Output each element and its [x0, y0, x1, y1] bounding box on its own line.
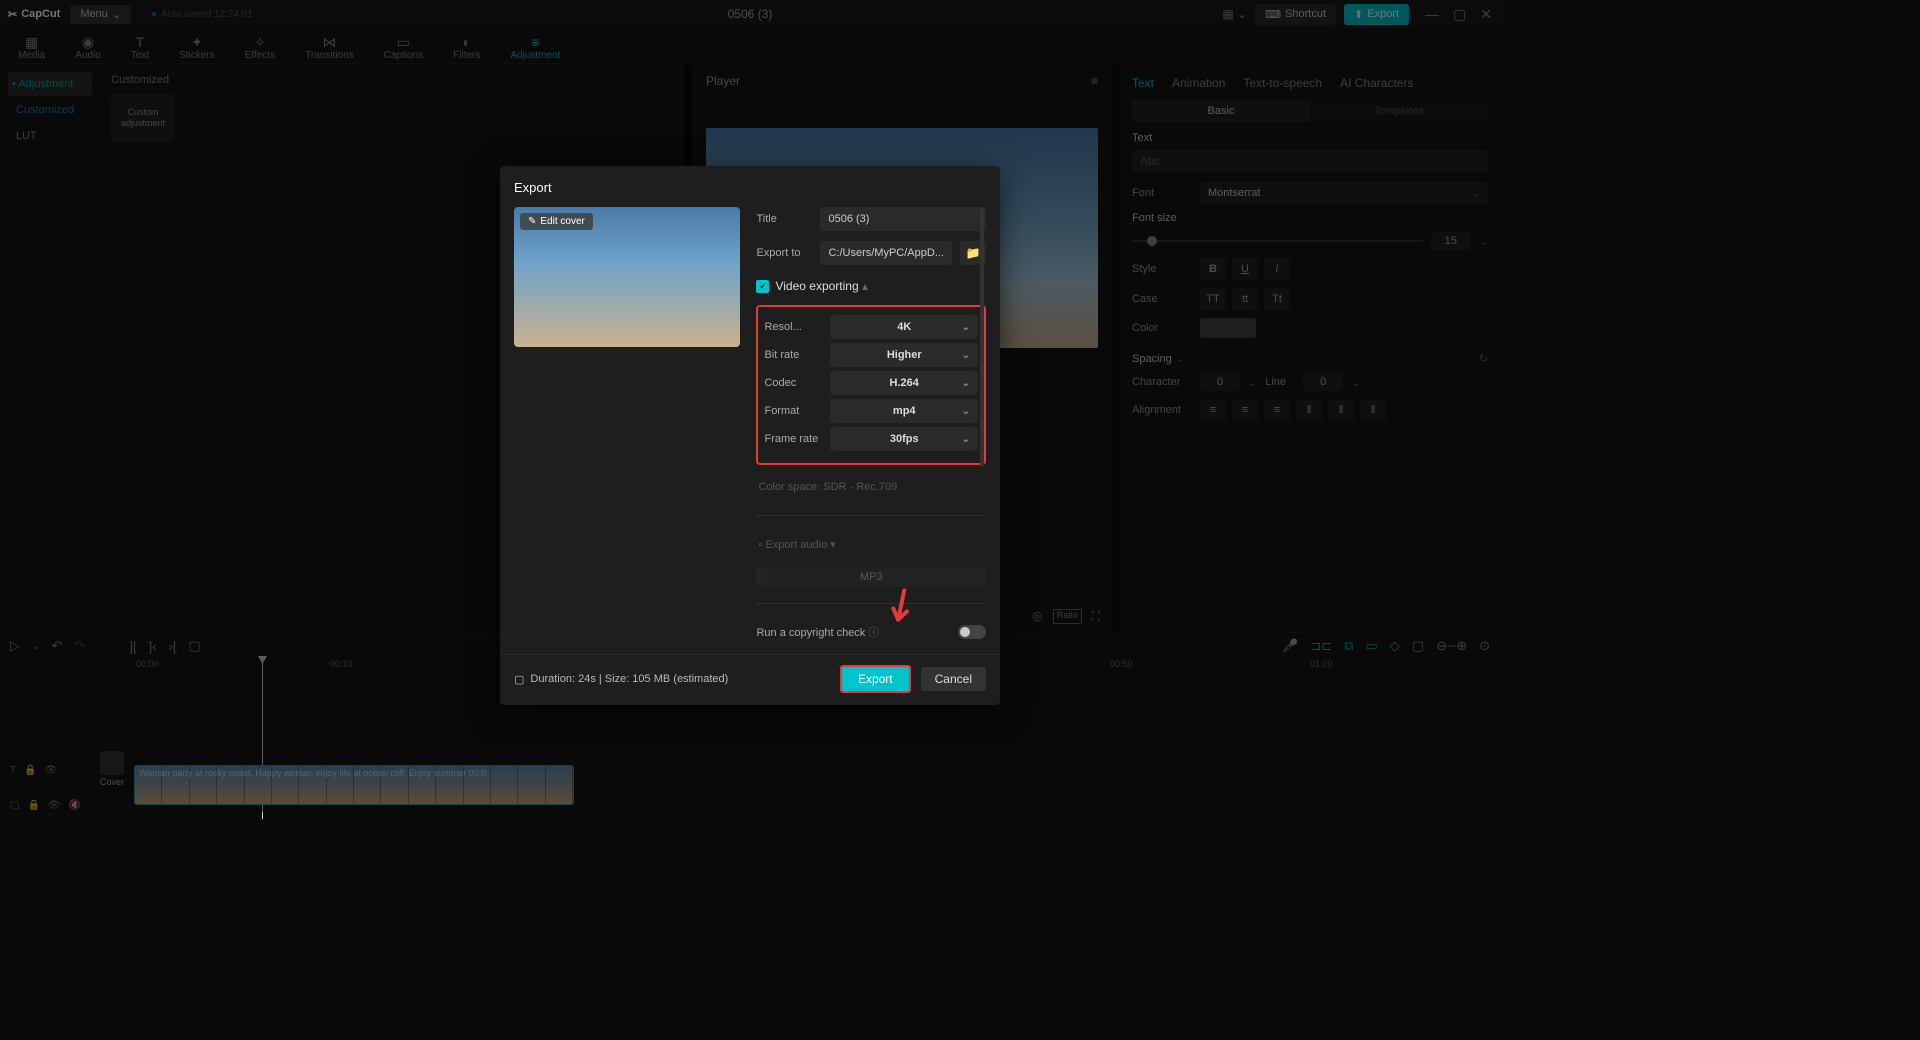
edit-cover-button[interactable]: ✎Edit cover [520, 213, 593, 230]
video-exporting-label: Video exporting ▴ [775, 279, 868, 293]
copyright-toggle[interactable] [958, 625, 986, 639]
format-label: Format [764, 405, 824, 417]
codec-select[interactable]: H.264 [830, 371, 978, 395]
export-button[interactable]: Export [840, 665, 911, 693]
highlight-annotation: Resol... 4K Bit rate Higher Codec H.264 … [756, 305, 986, 465]
bitrate-select[interactable]: Higher [830, 343, 978, 367]
framerate-label: Frame rate [764, 433, 824, 445]
cover-preview: ✎Edit cover [514, 207, 740, 347]
resolution-label: Resol... [764, 321, 824, 333]
duration-text: ▢Duration: 24s | Size: 105 MB (estimated… [514, 673, 728, 686]
bitrate-label: Bit rate [764, 349, 824, 361]
title-label: Title [756, 213, 812, 225]
exportto-label: Export to [756, 247, 812, 259]
framerate-select[interactable]: 30fps [830, 427, 978, 451]
audio-format-select: MP3 [756, 567, 986, 587]
exportto-input[interactable]: C:/Users/MyPC/AppD... [820, 241, 952, 265]
scrollbar[interactable] [980, 207, 984, 467]
video-exporting-checkbox[interactable]: ✓ [756, 280, 769, 293]
modal-title: Export [500, 180, 1000, 207]
format-select[interactable]: mp4 [830, 399, 978, 423]
copyright-label: Run a copyright check ⓘ [756, 624, 879, 640]
colorspace-text: Color space: SDR - Rec.709 [756, 475, 986, 499]
cancel-button[interactable]: Cancel [921, 667, 986, 691]
export-audio-toggle[interactable]: ▫ Export audio ▾ [756, 532, 986, 557]
title-input[interactable]: 0506 (3) [820, 207, 986, 231]
export-modal: Export ✎Edit cover Title 0506 (3) Export… [500, 166, 1000, 705]
resolution-select[interactable]: 4K [830, 315, 978, 339]
codec-label: Codec [764, 377, 824, 389]
